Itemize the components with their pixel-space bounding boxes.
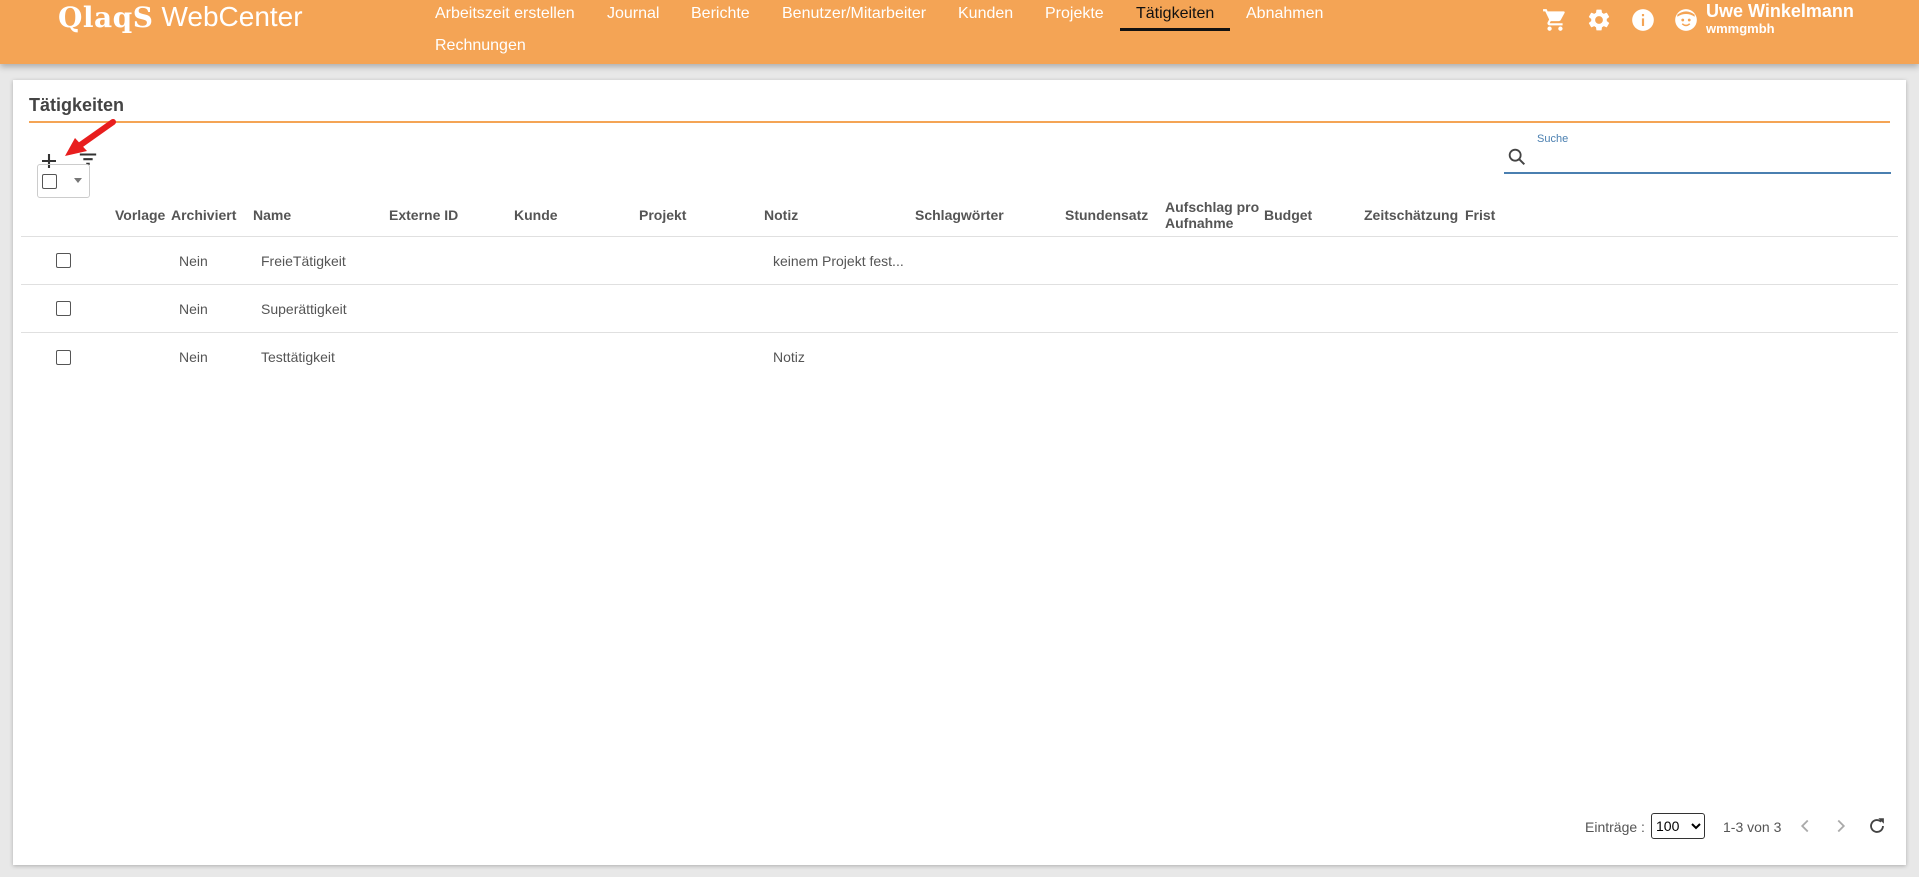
cell-aufschlag	[1173, 333, 1261, 381]
table-header: Vorlage Archiviert Name Externe ID Kunde…	[21, 193, 1898, 237]
info-icon[interactable]	[1630, 7, 1656, 33]
user-name: Uwe Winkelmann	[1706, 1, 1854, 21]
column-header-zeitschaetzung[interactable]: Zeitschätzung	[1364, 193, 1464, 237]
column-header-vorlage[interactable]: Vorlage	[115, 193, 171, 237]
cell-archiviert: Nein	[179, 349, 208, 365]
paginator-label: Einträge :	[1585, 819, 1645, 835]
column-header-notiz[interactable]: Notiz	[764, 193, 914, 237]
cell-zeitschaetzung	[1372, 333, 1464, 381]
table-row[interactable]: Nein FreieTätigkeit keinem Projekt fest.…	[21, 237, 1898, 285]
user-info[interactable]: Uwe Winkelmann wmmgmbh	[1706, 1, 1854, 36]
previous-page-icon[interactable]	[1794, 815, 1816, 837]
cell-name: Testtätigkeit	[261, 349, 335, 365]
chevron-down-icon[interactable]	[74, 178, 82, 183]
cell-archiviert: Nein	[179, 253, 208, 269]
cell-zeitschaetzung	[1372, 285, 1464, 333]
column-header-aufschlag[interactable]: Aufschlag pro Aufnahme	[1165, 193, 1261, 237]
title-divider	[29, 121, 1890, 123]
cell-name: FreieTätigkeit	[261, 253, 346, 269]
cell-externe-id	[397, 237, 514, 285]
column-header-schlagwoerter[interactable]: Schlagwörter	[915, 193, 1065, 237]
cell-kunde	[522, 285, 639, 333]
search-field[interactable]: Suche	[1504, 130, 1891, 174]
cell-projekt	[647, 333, 764, 381]
column-header-name[interactable]: Name	[253, 193, 389, 237]
gear-icon[interactable]	[1586, 7, 1612, 33]
cell-notiz	[773, 285, 915, 333]
cart-icon[interactable]	[1542, 7, 1568, 33]
cell-budget	[1272, 237, 1364, 285]
row-checkbox[interactable]	[56, 253, 71, 268]
nav-arbeitszeit-erstellen[interactable]: Arbeitszeit erstellen	[435, 0, 575, 28]
cell-aufschlag	[1173, 237, 1261, 285]
search-input[interactable]	[1537, 147, 1887, 169]
cell-schlagwoerter	[923, 333, 1065, 381]
page-title: Tätigkeiten	[29, 95, 125, 115]
app-logo[interactable]: QlaqS WebCenter	[58, 0, 303, 34]
next-page-icon[interactable]	[1830, 815, 1852, 837]
nav-berichte[interactable]: Berichte	[691, 0, 750, 28]
cell-notiz: keinem Projekt fest...	[773, 253, 904, 269]
column-header-kunde[interactable]: Kunde	[514, 193, 639, 237]
paginator-range: 1-3 von 3	[1723, 819, 1782, 835]
logo-suffix: WebCenter	[161, 1, 303, 32]
column-header-stundensatz[interactable]: Stundensatz	[1065, 193, 1165, 237]
nav-benutzer-mitarbeiter[interactable]: Benutzer/Mitarbeiter	[782, 0, 926, 28]
cell-stundensatz	[1073, 285, 1165, 333]
table-row[interactable]: Nein Superättigkeit	[21, 285, 1898, 333]
cell-notiz: Notiz	[773, 349, 805, 365]
select-all-checkbox[interactable]	[42, 174, 57, 189]
table-row[interactable]: Nein Testtätigkeit Notiz	[21, 333, 1898, 381]
cell-budget	[1272, 333, 1364, 381]
nav-kunden[interactable]: Kunden	[958, 0, 1013, 28]
cell-kunde	[522, 237, 639, 285]
search-icon	[1508, 148, 1526, 166]
column-header-frist[interactable]: Frist	[1465, 193, 1545, 237]
cell-zeitschaetzung	[1372, 237, 1464, 285]
nav-abnahmen[interactable]: Abnahmen	[1246, 0, 1323, 28]
refresh-icon[interactable]	[1866, 815, 1888, 837]
cell-archiviert: Nein	[179, 301, 208, 317]
column-header-projekt[interactable]: Projekt	[639, 193, 764, 237]
cell-projekt	[647, 237, 764, 285]
cell-frist	[1473, 333, 1545, 381]
avatar-icon[interactable]	[1673, 7, 1699, 33]
cell-vorlage	[115, 285, 171, 333]
cell-stundensatz	[1073, 333, 1165, 381]
cell-schlagwoerter	[923, 285, 1065, 333]
cell-externe-id	[397, 285, 514, 333]
nav-taetigkeiten[interactable]: Tätigkeiten	[1119, 0, 1231, 31]
cell-name: Superättigkeit	[261, 301, 347, 317]
top-navigation-bar: QlaqS WebCenter Arbeitszeit erstellen Jo…	[0, 0, 1919, 64]
cell-schlagwoerter	[923, 237, 1065, 285]
cell-aufschlag	[1173, 285, 1261, 333]
column-header-externe-id[interactable]: Externe ID	[389, 193, 514, 237]
logo-brand: QlaqS	[58, 0, 154, 34]
cell-projekt	[647, 285, 764, 333]
cell-vorlage	[115, 333, 171, 381]
search-label: Suche	[1537, 133, 1569, 145]
annotation-arrow-icon	[65, 119, 116, 156]
nav-journal[interactable]: Journal	[607, 0, 659, 28]
page-size-select[interactable]: 100	[1651, 813, 1705, 839]
column-header-budget[interactable]: Budget	[1264, 193, 1364, 237]
user-org: wmmgmbh	[1706, 21, 1775, 36]
nav-projekte[interactable]: Projekte	[1045, 0, 1104, 28]
cell-budget	[1272, 285, 1364, 333]
column-header-archiviert[interactable]: Archiviert	[171, 193, 253, 237]
cell-stundensatz	[1073, 237, 1165, 285]
row-checkbox[interactable]	[56, 350, 71, 365]
cell-externe-id	[397, 333, 514, 381]
activities-card: Tätigkeiten Suche Vorlage Archiviert Nam…	[13, 80, 1906, 865]
cell-frist	[1473, 285, 1545, 333]
cell-frist	[1473, 237, 1545, 285]
cell-kunde	[522, 333, 639, 381]
cell-vorlage	[115, 237, 171, 285]
nav-rechnungen[interactable]: Rechnungen	[435, 32, 526, 60]
row-checkbox[interactable]	[56, 301, 71, 316]
